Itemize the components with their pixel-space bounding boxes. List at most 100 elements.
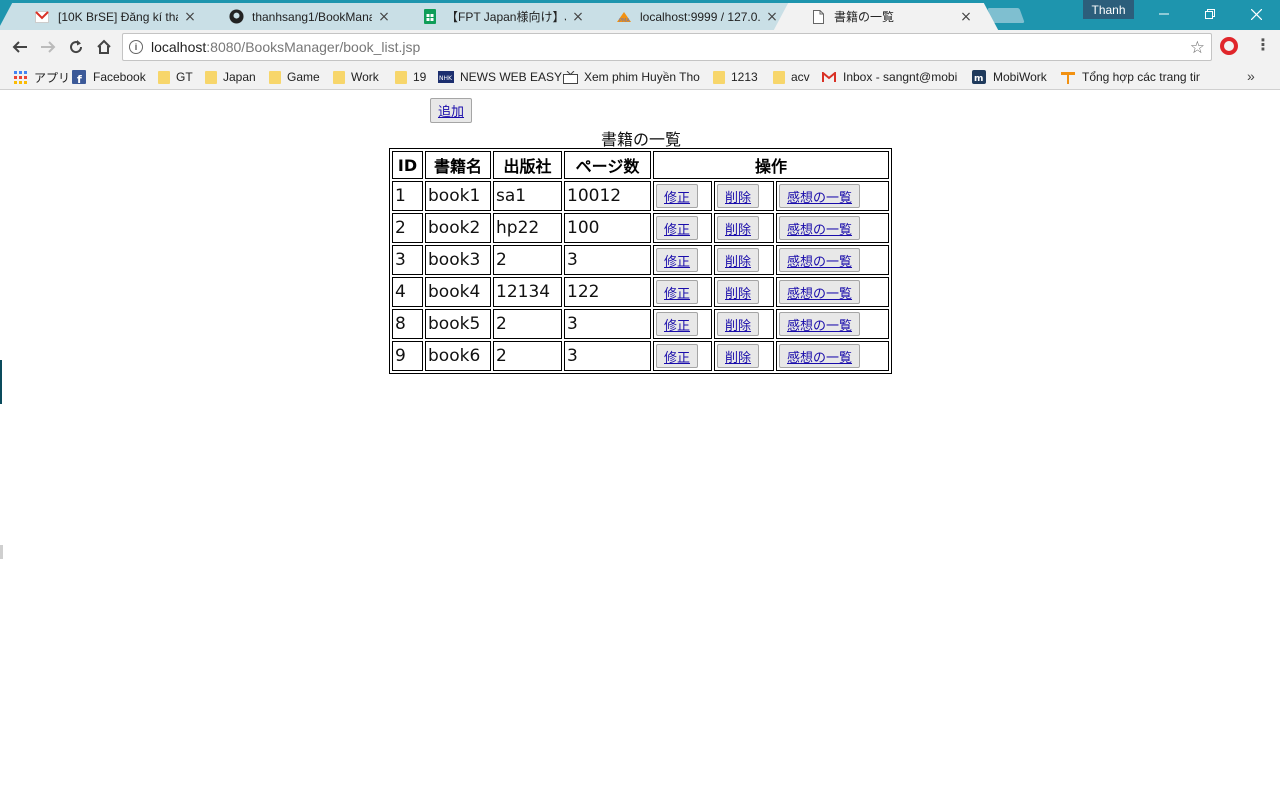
bookmark-folder-gt[interactable]: GT bbox=[156, 68, 193, 86]
tab-title: [10K BrSE] Đăng kí tham bbox=[58, 9, 178, 24]
cell-reviews: 感想の一覧 bbox=[776, 309, 889, 339]
tab-github[interactable]: thanhsang1/BookManag × bbox=[208, 3, 400, 30]
gmail-icon bbox=[34, 9, 50, 25]
cell-edit: 修正 bbox=[653, 181, 712, 211]
bookmark-xem-phim[interactable]: Xem phim Huyền Thoại bbox=[562, 68, 700, 86]
bookmark-facebook[interactable]: f Facebook bbox=[71, 68, 146, 86]
bookmarks-bar: アプリ f Facebook GT Japan Game Work 19 NHK… bbox=[0, 64, 1280, 90]
cell-delete: 削除 bbox=[714, 213, 774, 243]
cell-id: 1 bbox=[392, 181, 423, 211]
bookmark-folder-19[interactable]: 19 bbox=[393, 68, 426, 86]
cell-id: 3 bbox=[392, 245, 423, 275]
facebook-icon: f bbox=[71, 70, 87, 84]
restore-icon[interactable] bbox=[1187, 0, 1233, 28]
bookmark-folder-acv[interactable]: acv bbox=[771, 68, 810, 86]
tab-phpmyadmin[interactable]: PMA localhost:9999 / 127.0.0. × bbox=[596, 3, 788, 30]
close-icon[interactable]: × bbox=[958, 9, 974, 25]
page-title: 書籍の一覧 bbox=[600, 130, 681, 149]
add-button[interactable]: 追加 bbox=[430, 98, 473, 123]
tab-title: localhost:9999 / 127.0.0. bbox=[640, 9, 760, 24]
cell-pages: 10012 bbox=[564, 181, 651, 211]
close-window-icon[interactable] bbox=[1233, 0, 1279, 28]
bookmark-nhk-news[interactable]: NHK NEWS WEB EASY bbox=[438, 68, 562, 86]
svg-text:m: m bbox=[974, 74, 983, 84]
bookmark-label: 19 bbox=[413, 70, 427, 84]
bookmark-folder-1213[interactable]: 1213 bbox=[711, 68, 758, 86]
minimize-icon[interactable] bbox=[1141, 0, 1187, 28]
cell-publisher: 2 bbox=[493, 341, 562, 371]
cell-reviews: 感想の一覧 bbox=[776, 277, 889, 307]
phpmyadmin-icon: PMA bbox=[616, 9, 632, 25]
edit-button[interactable]: 修正 bbox=[656, 184, 699, 208]
gmail-icon bbox=[821, 70, 837, 84]
table-row: 2 book2 hp22 100 修正 削除 感想の一覧 bbox=[392, 213, 889, 243]
menu-icon[interactable]: ⋮ bbox=[1255, 36, 1271, 54]
close-icon[interactable]: × bbox=[376, 9, 392, 25]
edit-button[interactable]: 修正 bbox=[656, 216, 699, 240]
bookmark-folder-work[interactable]: Work bbox=[331, 68, 379, 86]
bookmark-star-icon[interactable]: ☆ bbox=[1190, 38, 1205, 58]
table-row: 9 book6 2 3 修正 削除 感想の一覧 bbox=[392, 341, 889, 371]
bookmark-label: 1213 bbox=[731, 70, 758, 84]
forward-icon[interactable] bbox=[36, 35, 60, 59]
page-content: 追加 書籍の一覧 ID 書籍名 出版社 ページ数 操作 1 book1 sa1 … bbox=[0, 90, 1280, 800]
profile-badge[interactable]: Thanh bbox=[1083, 0, 1134, 19]
reviews-button[interactable]: 感想の一覧 bbox=[779, 216, 861, 240]
apps-icon bbox=[12, 70, 28, 84]
bookmark-folder-game[interactable]: Game bbox=[267, 68, 320, 86]
cell-publisher: 2 bbox=[493, 245, 562, 275]
cell-pages: 100 bbox=[564, 213, 651, 243]
cell-delete: 削除 bbox=[714, 341, 774, 371]
edit-button[interactable]: 修正 bbox=[656, 280, 699, 304]
cell-publisher: hp22 bbox=[493, 213, 562, 243]
reviews-button[interactable]: 感想の一覧 bbox=[779, 344, 861, 368]
delete-button[interactable]: 削除 bbox=[717, 248, 760, 272]
delete-button[interactable]: 削除 bbox=[717, 312, 760, 336]
tab-title: thanhsang1/BookManag bbox=[252, 9, 372, 24]
bookmark-tong-hop[interactable]: Tổng hợp các trang tin bbox=[1060, 68, 1200, 86]
delete-button[interactable]: 削除 bbox=[717, 216, 760, 240]
edit-button[interactable]: 修正 bbox=[656, 248, 699, 272]
header-publisher: 出版社 bbox=[493, 151, 562, 179]
bookmark-apps[interactable]: アプリ bbox=[12, 68, 70, 86]
delete-button[interactable]: 削除 bbox=[717, 184, 760, 208]
folder-icon bbox=[713, 70, 725, 84]
home-icon[interactable] bbox=[92, 35, 116, 59]
reviews-button[interactable]: 感想の一覧 bbox=[779, 280, 861, 304]
opera-icon[interactable] bbox=[1220, 37, 1238, 55]
address-bar[interactable]: i localhost:8080/BooksManager/book_list.… bbox=[122, 33, 1212, 61]
cell-reviews: 感想の一覧 bbox=[776, 341, 889, 371]
info-icon[interactable]: i bbox=[129, 40, 143, 54]
delete-button[interactable]: 削除 bbox=[717, 280, 760, 304]
reviews-button[interactable]: 感想の一覧 bbox=[779, 184, 861, 208]
reload-icon[interactable] bbox=[64, 35, 88, 59]
edit-button[interactable]: 修正 bbox=[656, 312, 699, 336]
cell-edit: 修正 bbox=[653, 277, 712, 307]
header-id: ID bbox=[392, 151, 423, 179]
cell-delete: 削除 bbox=[714, 309, 774, 339]
close-icon[interactable]: × bbox=[570, 9, 586, 25]
cell-delete: 削除 bbox=[714, 245, 774, 275]
delete-button[interactable]: 削除 bbox=[717, 344, 760, 368]
cell-delete: 削除 bbox=[714, 277, 774, 307]
folder-icon bbox=[269, 70, 281, 84]
chevron-right-icon[interactable]: » bbox=[1247, 68, 1255, 84]
window-edge-marker bbox=[0, 545, 3, 559]
back-icon[interactable] bbox=[8, 35, 32, 59]
bookmark-inbox[interactable]: Inbox - sangnt@mobi bbox=[821, 68, 961, 86]
mobiwork-icon: m bbox=[971, 70, 987, 84]
folder-icon bbox=[158, 70, 170, 84]
tab-book-list[interactable]: 書籍の一覧 × bbox=[790, 3, 982, 30]
books-table: ID 書籍名 出版社 ページ数 操作 1 book1 sa1 10012 修正 … bbox=[389, 148, 892, 374]
close-icon[interactable]: × bbox=[182, 9, 198, 25]
tab-sheets[interactable]: 【FPT Japan様向け】Java/F × bbox=[402, 3, 594, 30]
reviews-button[interactable]: 感想の一覧 bbox=[779, 248, 861, 272]
tab-gmail[interactable]: [10K BrSE] Đăng kí tham × bbox=[14, 3, 206, 30]
bookmark-label: acv bbox=[791, 70, 810, 84]
movie-icon bbox=[562, 70, 578, 84]
cell-reviews: 感想の一覧 bbox=[776, 245, 889, 275]
reviews-button[interactable]: 感想の一覧 bbox=[779, 312, 861, 336]
bookmark-folder-japan[interactable]: Japan bbox=[203, 68, 256, 86]
edit-button[interactable]: 修正 bbox=[656, 344, 699, 368]
bookmark-mobiwork[interactable]: m MobiWork bbox=[971, 68, 1047, 86]
